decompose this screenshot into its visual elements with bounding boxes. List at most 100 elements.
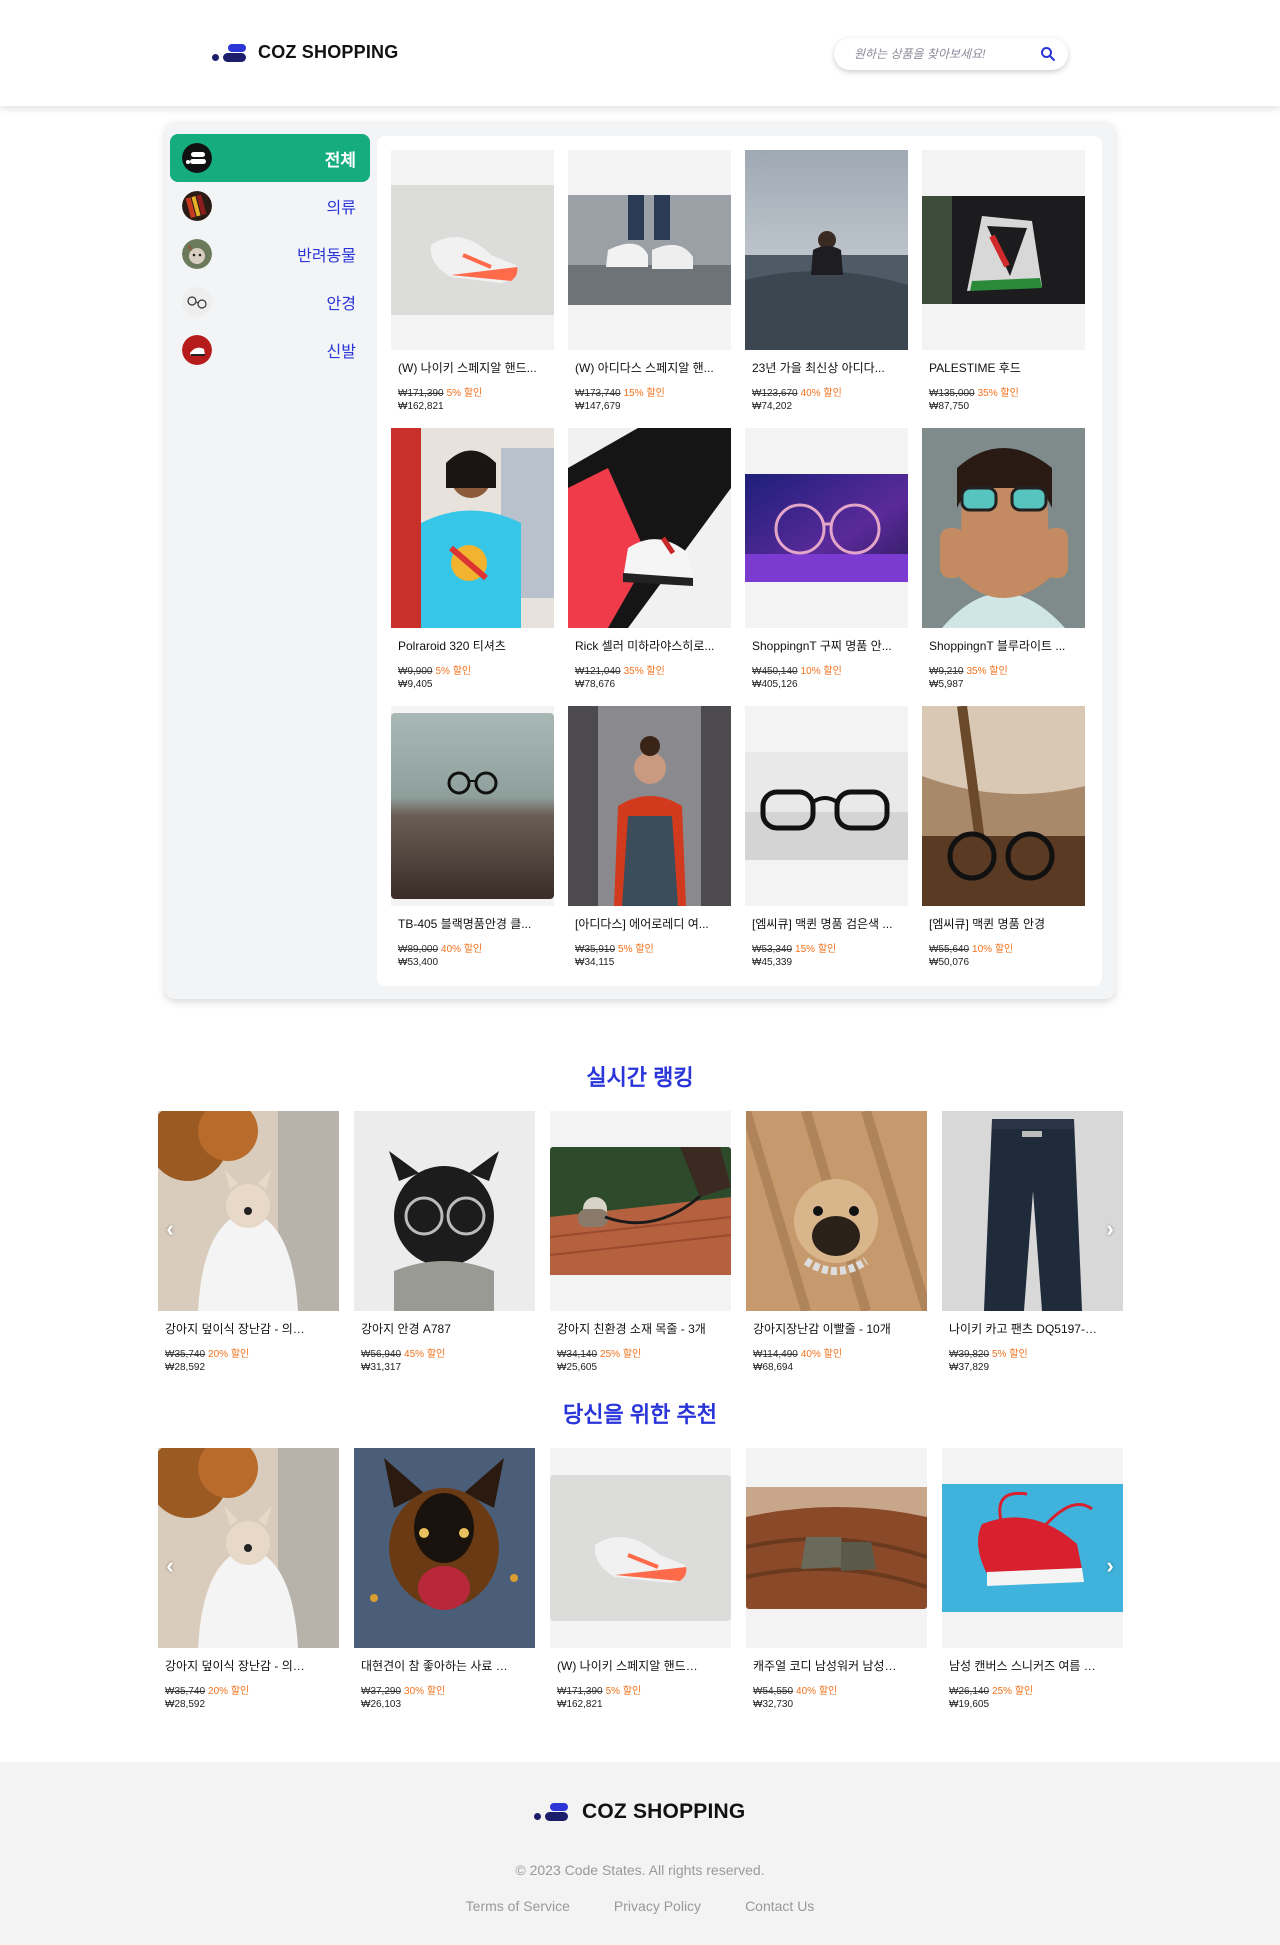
product-card[interactable]: [엠씨큐] 맥퀸 명품 안경 ₩55,640 10% 할인 ₩50,076 xyxy=(922,706,1085,984)
discount-rate: 5% 할인 xyxy=(435,666,472,677)
brand-logo[interactable]: COZ SHOPPING xyxy=(212,42,398,63)
product-image xyxy=(746,1111,927,1311)
final-price: ₩162,821 xyxy=(398,401,444,412)
discount-rate: 15% 할인 xyxy=(623,388,665,399)
recommend-card[interactable]: (W) 나이키 스페지알 핸드볼 ... ₩171,390 5% 할인 ₩162,… xyxy=(550,1448,731,1726)
discount-rate: 25% 할인 xyxy=(600,1349,642,1360)
product-name: 강아지 안경 A787 xyxy=(361,1322,451,1336)
original-price: ₩135,000 xyxy=(929,388,975,399)
recommend-prev-arrow-icon[interactable]: ‹ xyxy=(160,1555,180,1577)
product-price: ₩114,490 40% 할인 xyxy=(753,1345,927,1360)
product-name: Rick 셀러 미하라야스히로... xyxy=(575,639,715,653)
product-card[interactable]: ShoppingnT 구찌 명품 안... ₩450,140 10% 할인 ₩40… xyxy=(745,428,908,706)
recommend-card[interactable]: 강아지 덮이식 장난감 - 의류 3개 ₩35,740 20% 할인 ₩28,59… xyxy=(158,1448,339,1726)
footer-logo[interactable]: COZ SHOPPING xyxy=(534,1800,745,1824)
ranking-card[interactable]: 강아지 안경 A787 ₩56,940 45% 할인 ₩31,317 xyxy=(354,1111,535,1389)
recommend-card[interactable]: 남성 캔버스 스니커즈 여름 편... ₩26,140 25% 할인 ₩19,60… xyxy=(942,1448,1123,1726)
all-category-icon xyxy=(182,143,212,173)
product-card[interactable]: [아디다스] 에어로레디 여... ₩35,910 5% 할인 ₩34,115 xyxy=(568,706,731,984)
product-card[interactable]: (W) 아디다스 스페지알 핸... ₩173,740 15% 할인 ₩147,6… xyxy=(568,150,731,428)
discount-rate: 15% 할인 xyxy=(795,944,837,955)
recommend-card[interactable]: 캐주얼 코디 남성워커 남성부... ₩54,550 40% 할인 ₩32,730 xyxy=(746,1448,927,1726)
ranking-next-arrow-icon[interactable]: › xyxy=(1100,1218,1120,1240)
product-image xyxy=(354,1448,535,1648)
product-price: ₩171,390 5% 할인 xyxy=(398,384,554,399)
product-price: ₩37,290 30% 할인 xyxy=(361,1682,535,1697)
final-price: ₩78,676 xyxy=(575,679,616,690)
original-price: ₩450,140 xyxy=(752,666,798,677)
product-name: [아디다스] 에어로레디 여... xyxy=(575,917,709,931)
product-grid: (W) 나이키 스페지알 핸드... ₩171,390 5% 할인 ₩162,82… xyxy=(391,150,1085,984)
ranking-card[interactable]: 나이키 카고 팬츠 DQ5197-010 ₩39,820 5% 할인 ₩37,82… xyxy=(942,1111,1123,1389)
original-price: ₩39,820 xyxy=(949,1349,990,1360)
discount-rate: 35% 할인 xyxy=(966,666,1008,677)
product-image xyxy=(354,1111,535,1311)
category-glasses[interactable]: 안경 xyxy=(170,278,370,326)
product-name: TB-405 블랙명품안경 클... xyxy=(398,917,532,931)
recommend-title: 당신을 위한 추천 xyxy=(563,1402,717,1427)
ranking-prev-arrow-icon[interactable]: ‹ xyxy=(160,1218,180,1240)
ranking-card[interactable]: 강아지 덮이식 장난감 - 의류 3개 ₩35,740 20% 할인 ₩28,59… xyxy=(158,1111,339,1389)
product-card[interactable]: Rick 셀러 미하라야스히로... ₩121,040 35% 할인 ₩78,67… xyxy=(568,428,731,706)
product-name: 강아지 덮이식 장난감 - 의류 3개 xyxy=(165,1322,315,1336)
privacy-link[interactable]: Privacy Policy xyxy=(614,1898,701,1914)
discount-rate: 40% 할인 xyxy=(800,1349,843,1360)
product-card[interactable]: Polraroid 320 티셔츠 ₩9,900 5% 할인 ₩9,405 xyxy=(391,428,554,706)
product-name: [엠씨큐] 맥퀸 명품 안경 xyxy=(929,917,1046,931)
product-price: ₩35,910 5% 할인 xyxy=(575,940,731,955)
final-price: ₩9,405 xyxy=(398,679,433,690)
product-name: Polraroid 320 티셔츠 xyxy=(398,639,506,653)
product-card[interactable]: [엠씨큐] 맥퀸 명품 검은색 ... ₩53,340 15% 할인 ₩45,33… xyxy=(745,706,908,984)
product-name: (W) 아디다스 스페지알 핸... xyxy=(575,361,714,375)
category-clothes[interactable]: 의류 xyxy=(170,182,370,230)
discount-rate: 20% 할인 xyxy=(208,1686,250,1697)
product-name: ShoppingnT 구찌 명품 안... xyxy=(752,639,892,653)
category-all[interactable]: 전체 xyxy=(170,134,370,182)
product-image xyxy=(745,706,908,906)
category-pet[interactable]: 반려동물 xyxy=(170,230,370,278)
category-list: 전체 의류 반려동물 안경 신발 xyxy=(170,134,370,374)
recommend-carousel: 강아지 덮이식 장난감 - 의류 3개 ₩35,740 20% 할인 ₩28,59… xyxy=(158,1448,1123,1726)
clothes-category-icon xyxy=(182,191,212,221)
category-label: 전체 xyxy=(324,150,356,170)
search-input[interactable] xyxy=(854,47,1040,61)
search-icon[interactable] xyxy=(1040,46,1056,62)
ranking-card[interactable]: 강아지 친환경 소재 목줄 - 3개 ₩34,140 25% 할인 ₩25,605 xyxy=(550,1111,731,1389)
product-card[interactable]: (W) 나이키 스페지알 핸드... ₩171,390 5% 할인 ₩162,82… xyxy=(391,150,554,428)
contact-link[interactable]: Contact Us xyxy=(745,1898,814,1914)
product-grid-container: (W) 나이키 스페지알 핸드... ₩171,390 5% 할인 ₩162,82… xyxy=(377,136,1102,986)
product-card[interactable]: PALESTIME 후드 ₩135,000 35% 할인 ₩87,750 xyxy=(922,150,1085,428)
original-price: ₩121,040 xyxy=(575,666,621,677)
product-image xyxy=(568,706,731,906)
ranking-card[interactable]: 강아지장난감 이빨줄 - 10개 ₩114,490 40% 할인 ₩68,694 xyxy=(746,1111,927,1389)
original-price: ₩173,740 xyxy=(575,388,621,399)
discount-rate: 10% 할인 xyxy=(972,944,1014,955)
original-price: ₩9,210 xyxy=(929,666,964,677)
recommend-card[interactable]: 대현견이 참 좋아하는 사료 - 2... ₩37,290 30% 할인 ₩26,… xyxy=(354,1448,535,1726)
original-price: ₩114,490 xyxy=(753,1349,798,1360)
product-name: 남성 캔버스 스니커즈 여름 편... xyxy=(949,1659,1099,1673)
product-image xyxy=(942,1448,1123,1648)
product-image xyxy=(942,1111,1123,1311)
category-shoes[interactable]: 신발 xyxy=(170,326,370,374)
product-price: ₩121,040 35% 할인 xyxy=(575,662,731,677)
final-price: ₩26,103 xyxy=(361,1699,402,1710)
product-card[interactable]: 23년 가을 최신상 아디다... ₩123,670 40% 할인 ₩74,202 xyxy=(745,150,908,428)
ranking-carousel: 강아지 덮이식 장난감 - 의류 3개 ₩35,740 20% 할인 ₩28,59… xyxy=(158,1111,1123,1389)
final-price: ₩74,202 xyxy=(752,401,793,412)
product-card[interactable]: TB-405 블랙명품안경 클... ₩89,000 40% 할인 ₩53,400 xyxy=(391,706,554,984)
product-image xyxy=(158,1448,339,1648)
product-name: [엠씨큐] 맥퀸 명품 검은색 ... xyxy=(752,917,893,931)
discount-rate: 40% 할인 xyxy=(796,1686,838,1697)
original-price: ₩34,140 xyxy=(557,1349,598,1360)
original-price: ₩54,550 xyxy=(753,1686,794,1697)
product-price: ₩39,820 5% 할인 xyxy=(949,1345,1123,1360)
terms-link[interactable]: Terms of Service xyxy=(466,1898,570,1914)
category-label: 안경 xyxy=(326,296,356,313)
original-price: ₩89,000 xyxy=(398,944,439,955)
recommend-next-arrow-icon[interactable]: › xyxy=(1100,1555,1120,1577)
final-price: ₩162,821 xyxy=(557,1699,603,1710)
product-image xyxy=(391,706,554,906)
product-card[interactable]: ShoppingnT 블루라이트 ... ₩9,210 35% 할인 ₩5,987 xyxy=(922,428,1085,706)
product-image xyxy=(391,428,554,628)
